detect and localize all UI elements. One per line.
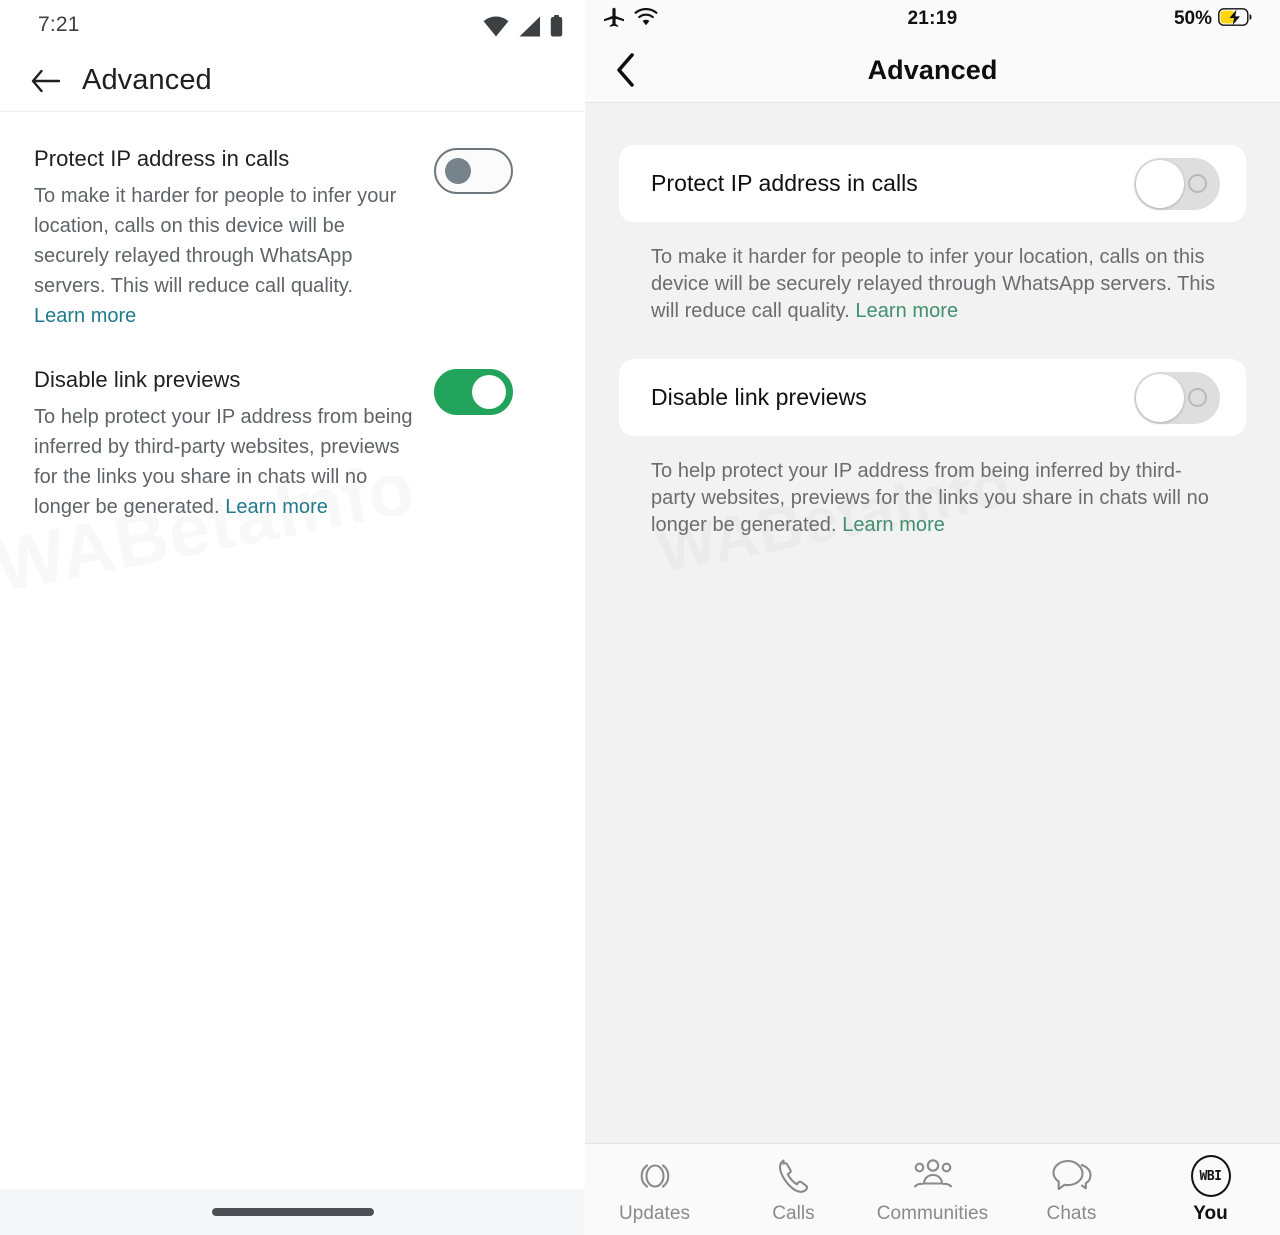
- chevron-left-icon[interactable]: [603, 47, 649, 93]
- tab-calls[interactable]: Calls: [729, 1156, 859, 1225]
- learn-more-link[interactable]: Learn more: [34, 301, 414, 331]
- android-setting-text: Protect IP address in calls To make it h…: [34, 144, 434, 331]
- toggle-off-indicator: [1188, 387, 1207, 407]
- ios-status-bar: 21:19 50%: [585, 0, 1280, 38]
- android-panel: 7:21 Advanced WABetaInfo Protect IP addr…: [0, 0, 585, 1235]
- ios-status-right: 50%: [1173, 7, 1252, 31]
- ios-page-title: Advanced: [867, 54, 998, 85]
- tab-label: Updates: [618, 1203, 691, 1224]
- tab-label: Communities: [876, 1203, 989, 1224]
- chat-bubbles-icon: [1050, 1156, 1094, 1196]
- ios-nav-bar: Advanced: [585, 38, 1280, 102]
- communities-icon: [911, 1156, 955, 1196]
- learn-more-link[interactable]: Learn more: [855, 300, 958, 322]
- ios-tab-bar: Updates Calls Communities Chats WBI You: [585, 1143, 1280, 1235]
- ios-panel: 21:19 50% Advanced WABetaInfo Protect IP…: [585, 0, 1280, 1235]
- learn-more-link[interactable]: Learn more: [842, 514, 945, 536]
- cellular-signal-icon: [518, 16, 541, 37]
- android-setting-disable-link-previews[interactable]: Disable link previews To help protect yo…: [0, 333, 585, 524]
- android-setting-title: Disable link previews: [34, 367, 241, 392]
- ios-toggle-protect-ip[interactable]: [1134, 157, 1220, 210]
- ios-setting-disable-link-previews[interactable]: Disable link previews: [619, 359, 1246, 436]
- ios-setting-title: Protect IP address in calls: [651, 170, 918, 196]
- toggle-off-indicator: [1188, 173, 1207, 193]
- tab-you[interactable]: WBI You: [1146, 1155, 1276, 1225]
- avatar: WBI: [1190, 1155, 1231, 1197]
- ios-setting-protect-ip[interactable]: Protect IP address in calls: [619, 145, 1246, 222]
- ios-settings-list: WABetaInfo Protect IP address in calls T…: [585, 103, 1280, 587]
- battery-charging-icon: [1218, 7, 1252, 31]
- android-clock: 7:21: [38, 13, 80, 36]
- android-page-title: Advanced: [82, 64, 212, 96]
- toggle-knob: [472, 375, 506, 409]
- tab-updates[interactable]: Updates: [590, 1156, 720, 1225]
- toggle-knob: [1136, 373, 1184, 422]
- phone-icon: [776, 1156, 812, 1196]
- android-setting-title: Protect IP address in calls: [34, 146, 290, 171]
- android-status-bar: 7:21: [0, 0, 585, 50]
- ios-toggle-disable-link-previews[interactable]: [1134, 371, 1220, 424]
- tab-label: You: [1193, 1203, 1228, 1224]
- tab-label: Chats: [1046, 1203, 1097, 1224]
- battery-icon: [550, 15, 563, 37]
- home-gesture-pill[interactable]: [211, 1208, 374, 1216]
- wifi-icon: [483, 16, 509, 37]
- ios-setting-title: Disable link previews: [651, 384, 867, 410]
- ios-setting-description: To help protect your IP address from bei…: [619, 436, 1246, 539]
- ios-setting-description: To make it harder for people to infer yo…: [619, 222, 1246, 325]
- status-updates-icon: [636, 1156, 674, 1196]
- comparison-screenshot: 7:21 Advanced WABetaInfo Protect IP addr…: [0, 0, 1280, 1235]
- android-setting-description: To make it harder for people to infer yo…: [34, 185, 397, 297]
- android-setting-description: To help protect your IP address from bei…: [34, 402, 414, 522]
- android-description-text: To help protect your IP address from bei…: [34, 406, 413, 518]
- avatar-label: WBI: [1199, 1168, 1222, 1184]
- android-navigation-bar: [0, 1189, 585, 1235]
- ios-header: 21:19 50% Advanced: [585, 0, 1280, 103]
- back-arrow-icon[interactable]: [22, 58, 68, 104]
- tab-communities[interactable]: Communities: [868, 1156, 998, 1225]
- android-toggle-disable-link-previews[interactable]: [434, 369, 513, 415]
- battery-percentage: 50%: [1173, 8, 1212, 29]
- android-app-bar: Advanced: [0, 50, 585, 112]
- learn-more-link[interactable]: Learn more: [225, 496, 328, 518]
- toggle-knob: [445, 158, 471, 184]
- android-system-icons: [483, 13, 563, 37]
- profile-avatar-icon: WBI: [1190, 1155, 1231, 1197]
- tab-label: Calls: [772, 1203, 815, 1224]
- toggle-knob: [1136, 159, 1184, 208]
- android-setting-protect-ip[interactable]: Protect IP address in calls To make it h…: [0, 130, 585, 333]
- android-toggle-protect-ip[interactable]: [434, 148, 513, 194]
- android-settings-list: WABetaInfo Protect IP address in calls T…: [0, 112, 585, 608]
- android-setting-text: Disable link previews To help protect yo…: [34, 365, 434, 522]
- tab-chats[interactable]: Chats: [1007, 1156, 1137, 1225]
